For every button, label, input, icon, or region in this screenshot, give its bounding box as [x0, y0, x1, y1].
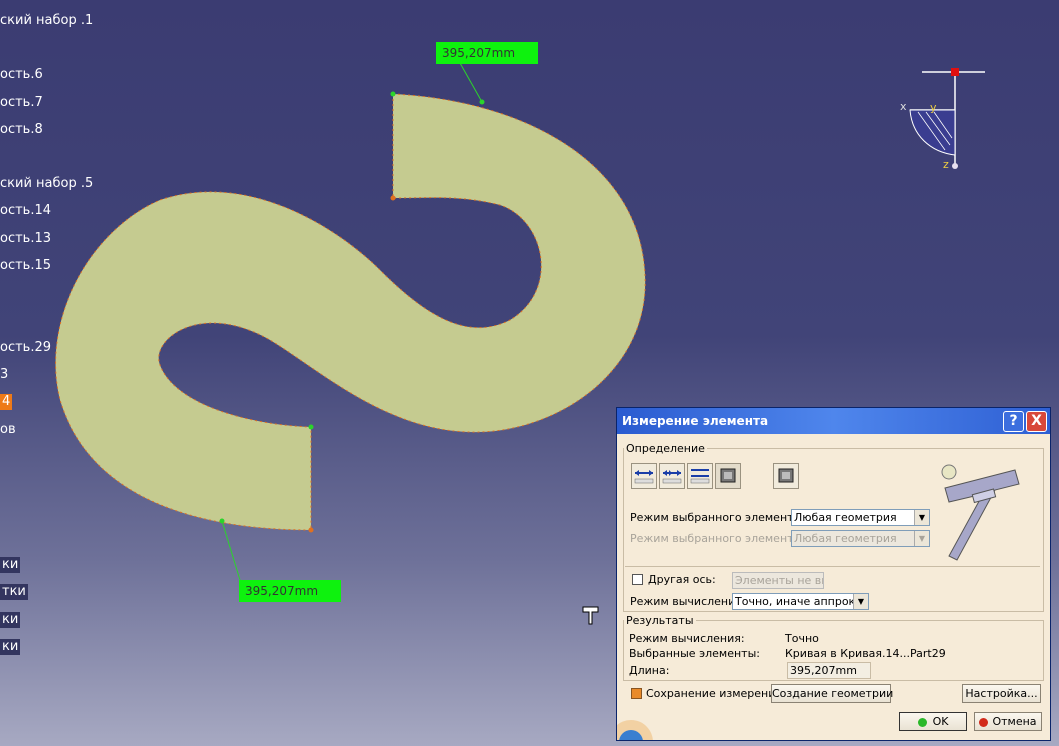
results-legend: Результаты	[626, 614, 694, 627]
measure-between-icon[interactable]	[631, 463, 657, 489]
ok-button[interactable]: OK	[899, 712, 967, 731]
result-selected-label: Выбранные элементы:	[629, 647, 760, 660]
result-length-value: 395,207mm	[787, 662, 871, 679]
measure-chain-icon[interactable]	[659, 463, 685, 489]
result-selected-value: Кривая в Кривая.14...Part29	[785, 647, 946, 660]
other-axis-checkbox[interactable]	[632, 574, 643, 585]
measure-cursor-icon	[582, 606, 599, 625]
calc-mode-combo[interactable]: Точно, иначе аппрокси ▼	[732, 593, 869, 610]
globe-icon	[617, 720, 653, 740]
other-axis-field: Элементы не выб	[732, 572, 824, 589]
dialog-title: Измерение элемента	[622, 414, 769, 428]
measure-thickness-icon[interactable]	[773, 463, 799, 489]
sel1-label: Режим выбранного элемента 1:	[630, 511, 815, 524]
result-calc-value: Точно	[785, 632, 819, 645]
cancel-label: Отмена	[992, 715, 1037, 728]
settings-button[interactable]: Настройка...	[962, 684, 1041, 703]
result-calc-label: Режим вычисления:	[629, 632, 745, 645]
sel2-value: Любая геометрия	[794, 532, 897, 545]
help-button[interactable]: ?	[1003, 411, 1024, 432]
ok-icon	[917, 717, 927, 727]
save-measure-checkbox[interactable]	[631, 688, 642, 699]
sel1-value: Любая геометрия	[794, 511, 897, 524]
ok-label: OK	[932, 715, 949, 728]
chevron-down-icon[interactable]: ▼	[853, 594, 868, 609]
s-shaped-surface[interactable]	[55, 93, 646, 531]
save-measure-label: Сохранение измерения	[646, 687, 782, 700]
dimension-label-top: 395,207mm	[436, 42, 538, 64]
cancel-icon	[979, 717, 989, 727]
other-axis-label: Другая ось:	[648, 573, 716, 586]
divider	[625, 566, 1040, 567]
chevron-down-icon[interactable]: ▼	[914, 510, 929, 525]
measure-item-dialog: Измерение элемента ? X Определение Режим…	[616, 407, 1051, 741]
chevron-down-icon: ▼	[914, 531, 929, 546]
close-button[interactable]: X	[1026, 411, 1047, 432]
sel2-combo: Любая геометрия ▼	[791, 530, 930, 547]
compass-icon[interactable]: x y z	[900, 68, 985, 171]
measure-fan-icon[interactable]	[687, 463, 713, 489]
create-geometry-button[interactable]: Создание геометрии	[771, 684, 893, 703]
calc-mode-value: Точно, иначе аппрокси	[735, 595, 869, 608]
result-length-label: Длина:	[629, 664, 670, 677]
calc-mode-label: Режим вычисления:	[630, 595, 746, 608]
sel2-label: Режим выбранного элемента 2:	[630, 532, 815, 545]
definition-legend: Определение	[626, 442, 705, 455]
measure-item-icon[interactable]	[715, 463, 741, 489]
dimension-label-bottom: 395,207mm	[239, 580, 341, 602]
svg-text:y: y	[930, 101, 937, 114]
svg-text:x: x	[900, 100, 907, 113]
svg-text:z: z	[943, 158, 949, 171]
cancel-button[interactable]: Отмена	[974, 712, 1042, 731]
caliper-icon	[941, 464, 1020, 561]
sel1-combo[interactable]: Любая геометрия ▼	[791, 509, 930, 526]
dialog-titlebar[interactable]: Измерение элемента ? X	[617, 408, 1050, 434]
